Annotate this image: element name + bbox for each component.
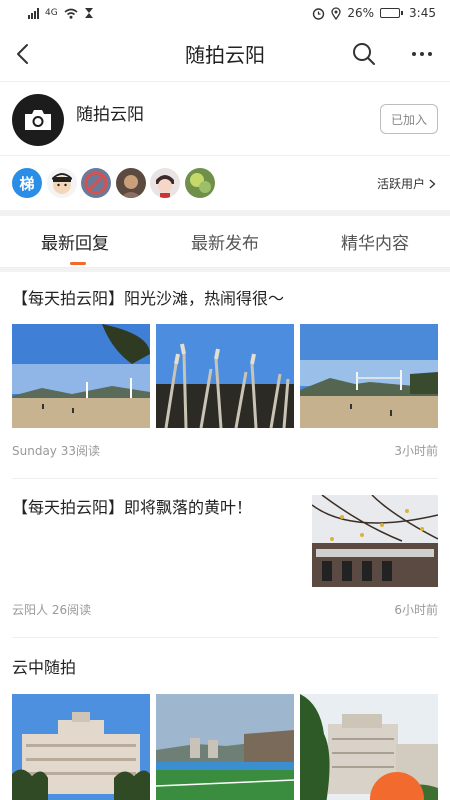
post-author: Sunday <box>12 444 57 458</box>
tab-label: 最新回复 <box>41 234 109 254</box>
more-options-icon[interactable] <box>408 40 436 68</box>
status-bar: 4G 26% 3:45 <box>0 0 450 26</box>
navigation-bar: 随拍云阳 <box>0 26 450 82</box>
avatar-1[interactable]: 梯 <box>12 168 42 198</box>
post-meta: Sunday 33阅读 3小时前 <box>12 442 438 459</box>
post-time: 6小时前 <box>394 603 438 617</box>
signal-icon <box>28 7 39 19</box>
active-users-row: 梯 活跃用户 <box>0 156 450 210</box>
photo-reeds[interactable] <box>156 324 294 428</box>
alarm-icon <box>313 7 325 20</box>
active-users-label: 活跃用户 <box>376 177 425 191</box>
photo-yellow-leaves[interactable] <box>312 495 438 587</box>
photo-bridge-river[interactable] <box>300 324 438 428</box>
camera-icon <box>25 110 51 130</box>
chevron-right-icon <box>429 179 436 188</box>
battery-percent: 26% <box>347 6 375 20</box>
avatar-3[interactable] <box>81 168 111 198</box>
avatar-5[interactable] <box>150 168 180 198</box>
avatar-6[interactable] <box>184 168 215 198</box>
post-title: 【每天拍云阳】即将飘落的黄叶！ <box>12 498 253 517</box>
back-arrow-icon[interactable] <box>10 40 38 68</box>
post-title: 【每天拍云阳】阳光沙滩，热闹得很～ <box>12 289 285 308</box>
photo-sports-field[interactable] <box>156 694 294 800</box>
group-avatar[interactable] <box>12 94 64 146</box>
post-read-count: 33阅读 <box>60 444 101 458</box>
avatar-1-char: 梯 <box>19 174 35 193</box>
group-name: 随拍云阳 <box>76 105 144 125</box>
group-header: 随拍云阳 已加入 <box>0 82 450 156</box>
wifi-icon <box>64 8 78 19</box>
tab-label: 最新发布 <box>191 234 259 254</box>
active-users-link[interactable]: 活跃用户 <box>377 175 436 192</box>
battery-icon <box>380 8 404 18</box>
tab-label: 精华内容 <box>341 234 409 254</box>
avatar-2[interactable] <box>46 168 77 198</box>
location-icon <box>331 6 342 20</box>
post-meta: 云阳人 26阅读 6小时前 <box>12 601 438 618</box>
post-item[interactable]: 【每天拍云阳】阳光沙滩，热闹得很～ Sunday 33阅读 3小时前 <box>0 272 450 478</box>
post-author: 云阳人 <box>12 603 49 617</box>
photo-building[interactable] <box>12 694 150 800</box>
tab-latest-publish[interactable]: 最新发布 <box>150 216 300 267</box>
tab-bar: 最新回复 最新发布 精华内容 <box>0 216 450 268</box>
network-label: 4G <box>45 8 58 18</box>
app-screen: 4G 26% 3:45 随拍云阳 随拍云阳 已加入 梯 活跃用户 最新回复 最新… <box>0 0 450 800</box>
post-read-count: 26阅读 <box>51 603 92 617</box>
clock-time: 3:45 <box>409 6 436 20</box>
post-item[interactable]: 【每天拍云阳】即将飘落的黄叶！ 云阳人 26阅读 6小时前 <box>0 479 450 637</box>
search-icon[interactable] <box>350 40 378 68</box>
avatar-4[interactable] <box>115 168 146 198</box>
section-title: 云中随拍 <box>12 658 77 677</box>
photo-beach-bridge[interactable] <box>12 324 150 428</box>
tab-featured[interactable]: 精华内容 <box>300 216 450 267</box>
joined-button[interactable]: 已加入 <box>380 104 438 134</box>
page-title: 随拍云阳 <box>185 43 265 67</box>
active-tab-indicator <box>70 262 86 265</box>
tab-latest-reply[interactable]: 最新回复 <box>0 216 150 267</box>
post-time: 3小时前 <box>394 444 438 458</box>
hourglass-icon <box>84 8 93 18</box>
